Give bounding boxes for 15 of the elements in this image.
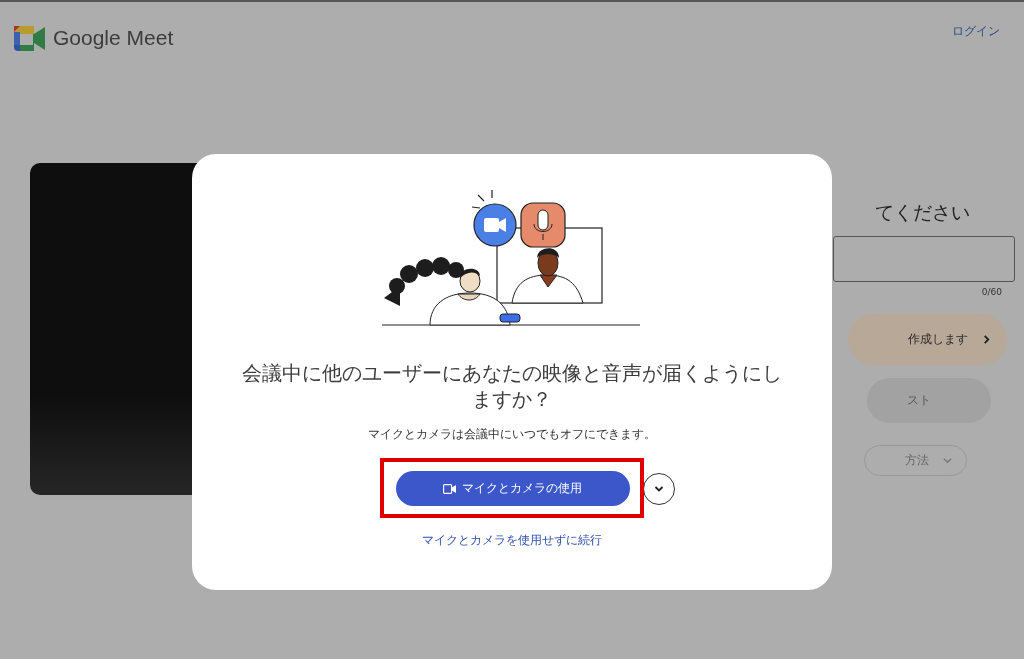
options-toggle[interactable] <box>642 472 675 505</box>
background-button[interactable]: 作成します <box>848 314 1007 365</box>
video-logo-icon <box>14 25 45 51</box>
character-counter: 0/60 <box>981 287 1002 297</box>
chevron-down-icon <box>943 456 952 465</box>
chevron-right-icon <box>982 335 991 344</box>
dialog-title: 会議中に他のユーザーにあなたの映像と音声が届くようにしますか？ <box>241 360 783 412</box>
dialog-subtitle: マイクとカメラは会議中にいつでもオフにできます。 <box>368 426 656 443</box>
app-title: Google Meet <box>53 26 174 50</box>
use-mic-camera-button[interactable]: マイクとカメラの使用 <box>395 471 630 506</box>
page-heading: てください <box>875 200 970 225</box>
continue-without-link[interactable]: マイクとカメラを使用せずに続行 <box>422 532 602 549</box>
name-input-field[interactable] <box>833 236 1015 282</box>
login-link[interactable]: ログイン <box>952 22 1000 40</box>
video-camera-icon <box>443 483 456 494</box>
